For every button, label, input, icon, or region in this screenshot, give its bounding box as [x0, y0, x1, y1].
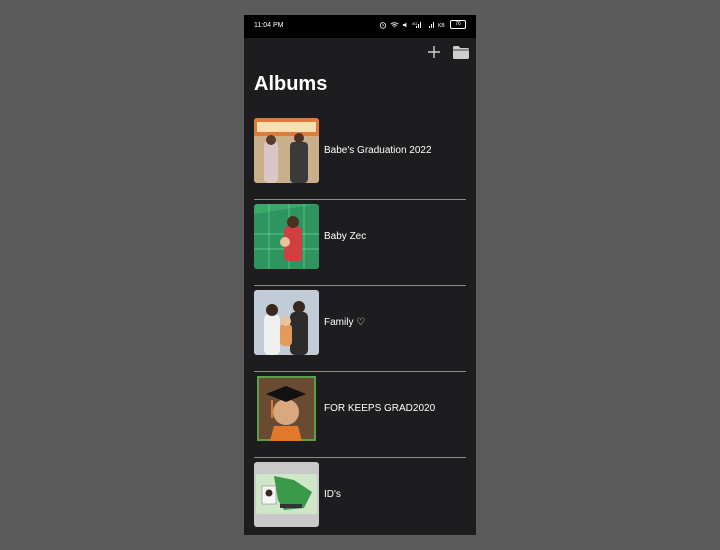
album-name: Babe's Graduation 2022: [324, 145, 432, 156]
album-item[interactable]: ID's: [254, 458, 466, 535]
album-name: Family ♡: [324, 317, 366, 328]
album-name: FOR KEEPS GRAD2020: [324, 403, 436, 414]
album-thumbnail: [254, 376, 319, 441]
status-icons: 4G KB 76: [379, 20, 466, 29]
status-bar: 11:04 PM 4G KB 76: [244, 15, 476, 38]
album-item[interactable]: Babe's Graduation 2022: [254, 114, 466, 199]
top-bar: [244, 38, 476, 68]
phone-screen: 11:04 PM 4G KB 76 Albums Babe's Graduati…: [244, 15, 476, 535]
album-thumbnail: [254, 118, 319, 183]
mute-icon: [402, 21, 407, 28]
album-name: ID's: [324, 489, 341, 500]
status-time: 11:04 PM: [254, 22, 284, 29]
album-thumbnail: [254, 204, 319, 269]
plus-icon[interactable]: [426, 44, 442, 60]
battery-icon: 76: [450, 20, 466, 29]
svg-text:KB: KB: [438, 23, 445, 29]
wifi-icon: [390, 21, 399, 27]
alarm-icon: [379, 21, 387, 29]
signal-icon: [429, 21, 434, 28]
svg-text:4G: 4G: [412, 21, 417, 26]
data-speed-icon: KB: [438, 23, 445, 29]
page-title: Albums: [254, 73, 328, 95]
album-item[interactable]: Family ♡: [254, 286, 466, 371]
album-name: Baby Zec: [324, 231, 367, 242]
signal-4g-icon: 4G: [412, 21, 421, 28]
album-thumbnail: [254, 290, 319, 355]
folder-icon[interactable]: [452, 45, 470, 60]
album-list: Babe's Graduation 2022 Baby Zec Family ♡…: [244, 114, 476, 535]
album-item[interactable]: FOR KEEPS GRAD2020: [254, 372, 466, 457]
album-item[interactable]: Baby Zec: [254, 200, 466, 285]
album-thumbnail: [254, 462, 319, 527]
